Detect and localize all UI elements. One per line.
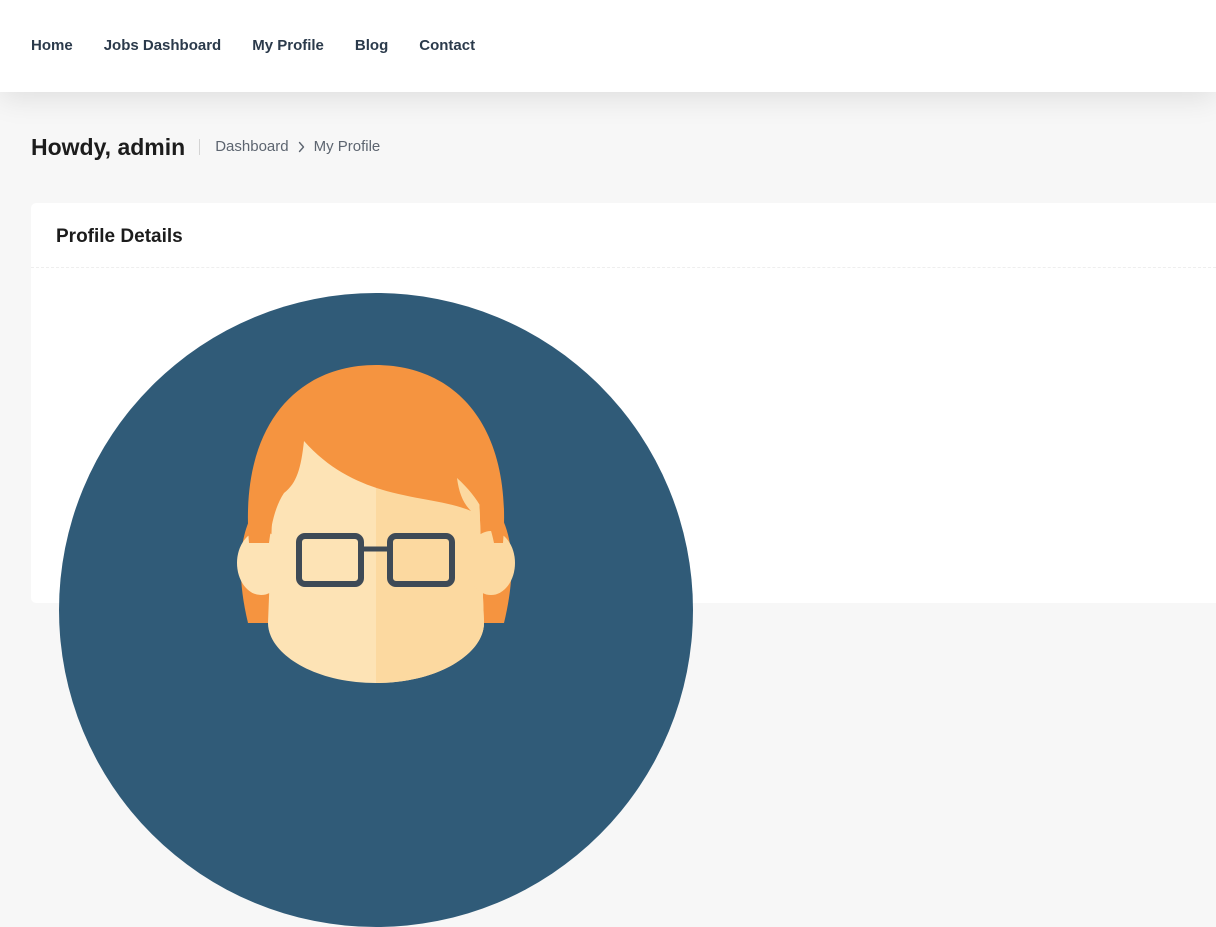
nav-item-jobs-dashboard[interactable]: Jobs Dashboard (104, 37, 222, 55)
nav-item-blog[interactable]: Blog (355, 37, 388, 55)
nav-item-home[interactable]: Home (31, 37, 73, 55)
chevron-right-icon (298, 141, 304, 153)
avatar-ear-right (467, 531, 515, 595)
profile-details-card: Profile Details (31, 203, 1216, 927)
nav-item-contact[interactable]: Contact (419, 37, 475, 55)
card-divider (31, 267, 1216, 268)
page-header: Howdy, admin Dashboard My Profile (31, 132, 380, 162)
top-navigation: Home Jobs Dashboard My Profile Blog Cont… (0, 0, 1216, 92)
nav-item-my-profile[interactable]: My Profile (252, 37, 324, 55)
user-avatar-illustration (59, 293, 693, 927)
breadcrumb-dashboard-link[interactable]: Dashboard (215, 132, 288, 162)
card-title: Profile Details (56, 226, 183, 247)
breadcrumb-current: My Profile (313, 138, 381, 155)
nav-menu: Home Jobs Dashboard My Profile Blog Cont… (31, 37, 506, 55)
header-divider (199, 139, 201, 155)
page-title: Howdy, admin (31, 134, 186, 160)
